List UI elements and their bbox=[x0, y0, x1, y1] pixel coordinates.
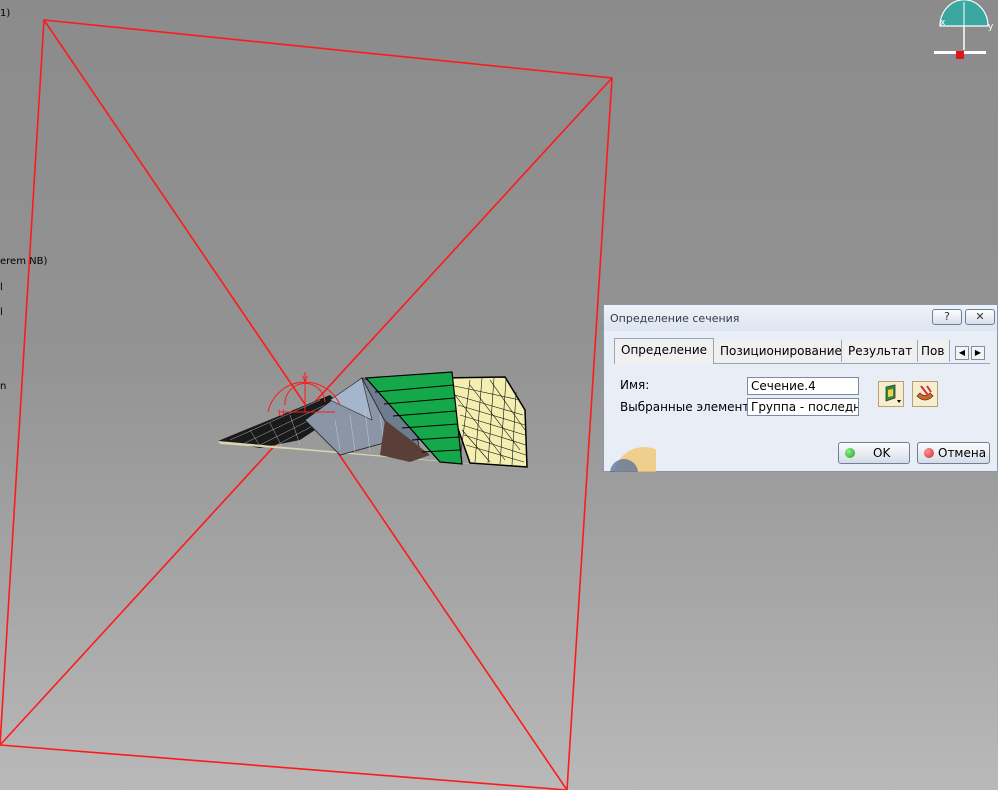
dialog-titlebar[interactable]: Определение сечения ? ✕ bbox=[604, 305, 997, 331]
svg-text:V: V bbox=[302, 375, 309, 385]
compass-y-label: y bbox=[988, 22, 994, 32]
svg-text:U: U bbox=[278, 409, 285, 419]
section-tool-icon[interactable] bbox=[878, 381, 904, 407]
section-definition-dialog: Определение сечения ? ✕ Определение Пози… bbox=[603, 304, 998, 472]
compass-x-label: x bbox=[940, 18, 946, 28]
ok-button[interactable]: OK bbox=[838, 442, 910, 464]
scroll-right-icon[interactable]: ▶ bbox=[971, 346, 985, 360]
close-button[interactable]: ✕ bbox=[965, 309, 995, 325]
name-field[interactable]: Сечение.4 bbox=[747, 377, 859, 395]
dialog-title: Определение сечения bbox=[610, 312, 740, 325]
compass-icon[interactable]: x y bbox=[930, 0, 998, 62]
tab-positioning[interactable]: Позиционирование bbox=[714, 340, 842, 362]
tab-bar: Определение Позиционирование Результат П… bbox=[614, 338, 990, 364]
tab-more[interactable]: Пов bbox=[918, 340, 950, 362]
tab-result[interactable]: Результат bbox=[842, 340, 918, 362]
scroll-left-icon[interactable]: ◀ bbox=[955, 346, 969, 360]
part-model bbox=[218, 371, 528, 468]
help-button[interactable]: ? bbox=[932, 309, 962, 325]
selected-elements-label: Выбранные элементы: bbox=[620, 400, 763, 414]
name-label: Имя: bbox=[620, 378, 650, 392]
selected-elements-field[interactable]: Группа - последнег bbox=[747, 398, 859, 416]
tab-content: Имя: Сечение.4 Выбранные элементы: Групп… bbox=[614, 363, 990, 430]
select-tool-icon[interactable] bbox=[912, 381, 938, 407]
globe-icon bbox=[610, 447, 656, 472]
cancel-button[interactable]: Отмена bbox=[917, 442, 990, 464]
tab-definition[interactable]: Определение bbox=[614, 338, 714, 364]
